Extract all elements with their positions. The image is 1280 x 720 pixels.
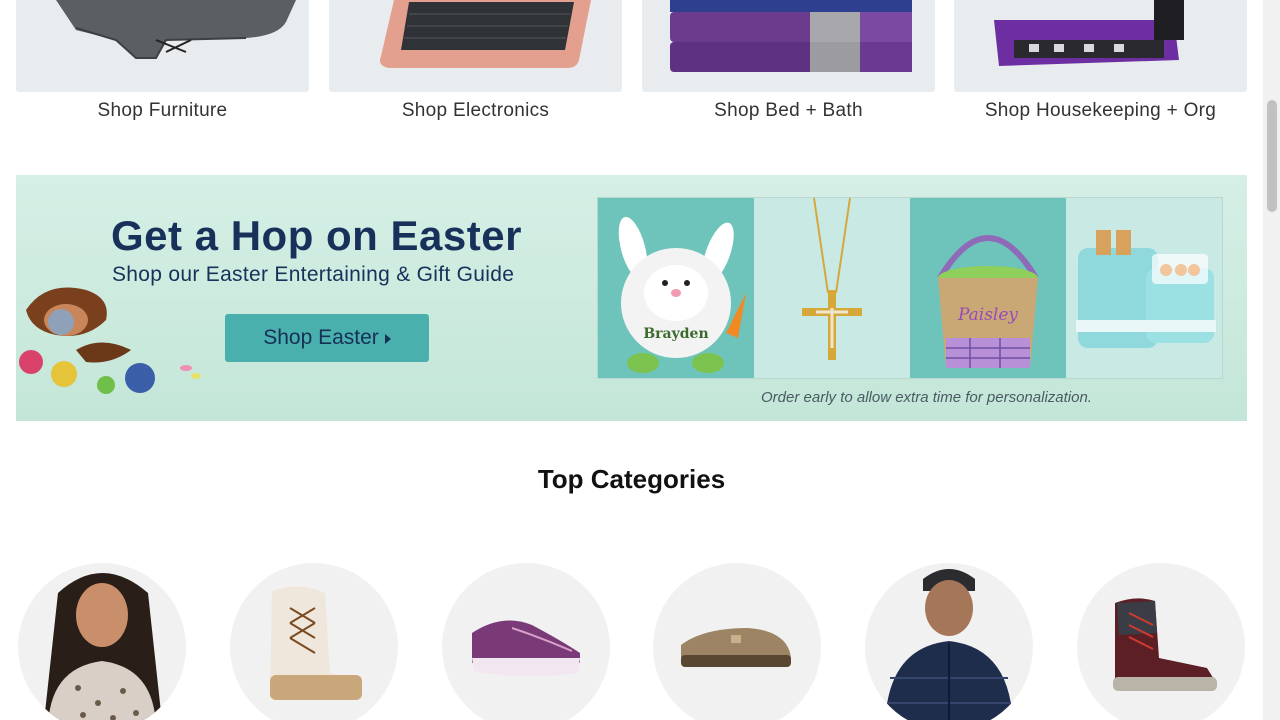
tile-label[interactable]: Shop Furniture — [16, 100, 309, 122]
tile-shop-housekeeping[interactable]: Shop Housekeeping + Org — [954, 0, 1247, 122]
personalization-note: Order early to allow extra time for pers… — [761, 389, 1092, 406]
recliner-chair-image[interactable] — [16, 0, 309, 92]
bunny-plush-panel[interactable]: Brayden — [598, 198, 754, 378]
category-winter-boots[interactable] — [230, 563, 398, 720]
basket-name-text: Paisley — [957, 305, 1018, 325]
winter-lace-up-boot-image — [270, 586, 362, 700]
banner-headline: Get a Hop on Easter — [111, 212, 522, 259]
easter-basket-panel[interactable]: Paisley — [910, 198, 1066, 378]
category-hiking-boots[interactable] — [1077, 563, 1245, 720]
tablet-keyboard-image[interactable] — [329, 0, 622, 92]
breakfast-station-panel[interactable] — [1066, 198, 1222, 378]
vacuum-cleaner-image[interactable] — [954, 0, 1247, 92]
tile-label[interactable]: Shop Electronics — [329, 100, 622, 122]
towel-stack-image[interactable] — [642, 0, 935, 92]
easter-gift-panels: Brayden Paisley — [597, 197, 1223, 379]
hiking-boot-image — [1113, 598, 1217, 691]
top-categories-title: Top Categories — [537, 464, 726, 494]
woman-leopard-sweater-image — [44, 573, 162, 720]
shop-category-tiles: Shop Furniture Shop Electronics Shop Bed… — [16, 0, 1247, 130]
crucifix-panel[interactable] — [754, 198, 910, 378]
category-womens-apparel[interactable] — [18, 563, 186, 720]
bunny-name-text: Brayden — [643, 326, 708, 342]
suede-clog-image — [681, 628, 791, 667]
category-sneakers[interactable] — [442, 563, 610, 720]
shop-easter-button[interactable]: Shop Easter — [225, 314, 429, 362]
scrollbar-thumb[interactable] — [1267, 100, 1277, 212]
tile-label[interactable]: Shop Housekeeping + Org — [954, 100, 1247, 122]
category-mens-outerwear[interactable] — [865, 563, 1033, 720]
page-scrollbar[interactable] — [1263, 0, 1280, 720]
easter-promo-banner[interactable]: Get a Hop on Easter Shop our Easter Ente… — [16, 175, 1247, 421]
banner-subheadline: Shop our Easter Entertaining & Gift Guid… — [112, 263, 515, 286]
tile-shop-bed-bath[interactable]: Shop Bed + Bath — [642, 0, 935, 122]
tile-shop-furniture[interactable]: Shop Furniture — [16, 0, 309, 122]
caret-right-icon — [384, 334, 391, 344]
chocolate-eggs-decoration — [19, 287, 201, 394]
purple-sneaker-image — [472, 620, 580, 677]
shop-easter-button-label[interactable]: Shop Easter — [263, 326, 379, 350]
man-puffer-jacket-image — [885, 569, 1013, 720]
category-clogs[interactable] — [653, 563, 821, 720]
tile-label[interactable]: Shop Bed + Bath — [642, 100, 935, 122]
tile-shop-electronics[interactable]: Shop Electronics — [329, 0, 622, 122]
